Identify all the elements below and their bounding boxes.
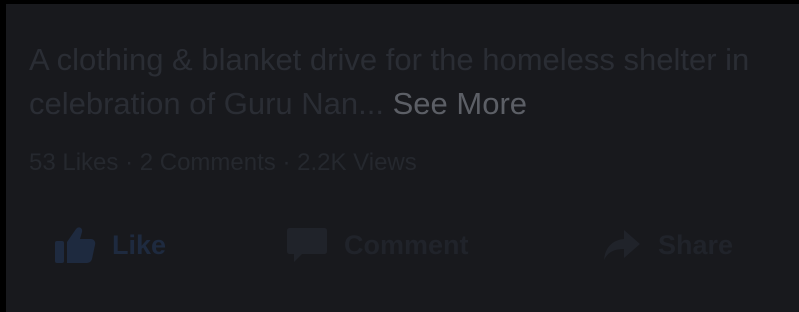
action-bar: Like Comment Share <box>6 219 799 271</box>
post-caption: A clothing & blanket drive for the homel… <box>29 38 789 126</box>
comments-count[interactable]: 2 Comments <box>140 149 276 176</box>
post-stats: 53 Likes · 2 Comments · 2.2K Views <box>29 149 417 177</box>
comment-label: Comment <box>344 229 469 260</box>
speech-bubble-icon <box>286 226 328 264</box>
thumbs-up-icon <box>54 226 96 264</box>
share-arrow-icon <box>602 228 642 262</box>
views-count: 2.2K Views <box>297 149 417 176</box>
stats-separator: · <box>282 149 291 176</box>
caption-text: A clothing & blanket drive for the homel… <box>29 42 750 121</box>
stats-separator: · <box>125 149 134 176</box>
comment-button[interactable]: Comment <box>286 219 469 271</box>
share-label: Share <box>658 229 734 260</box>
likes-count[interactable]: 53 Likes <box>29 149 118 176</box>
share-button[interactable]: Share <box>602 219 733 271</box>
like-label: Like <box>112 229 167 260</box>
post-card: A clothing & blanket drive for the homel… <box>6 4 799 312</box>
see-more-link[interactable]: See More <box>393 86 527 121</box>
like-button[interactable]: Like <box>54 219 166 271</box>
